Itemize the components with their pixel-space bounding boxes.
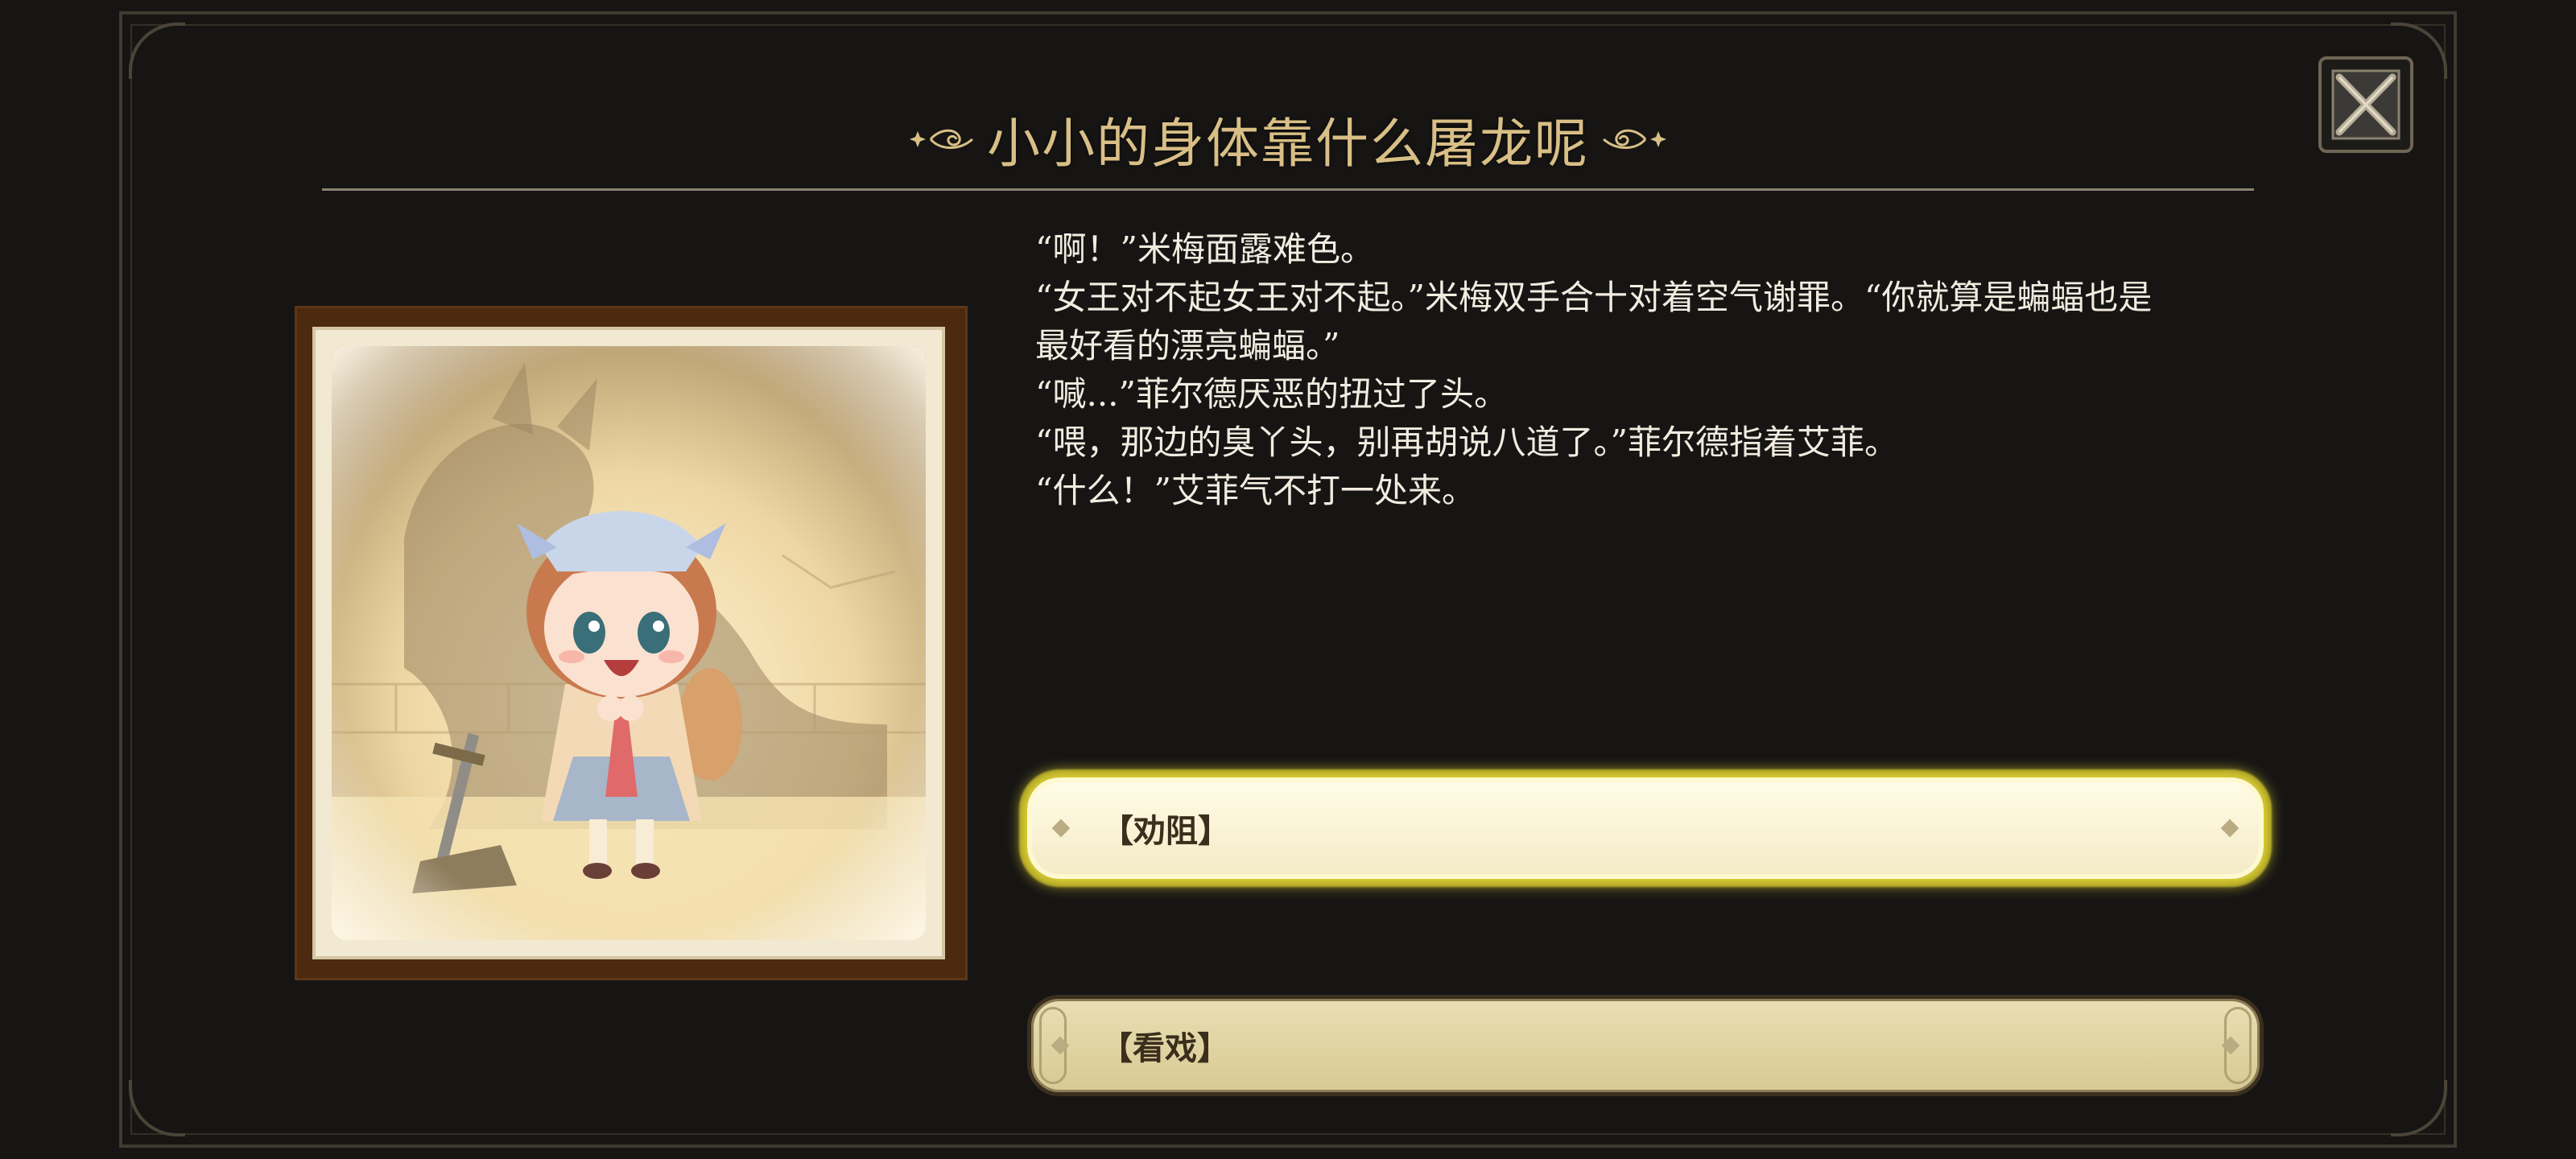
close-x-icon (2331, 69, 2401, 140)
dialogue-line: “啊！”米梅面露难色。 (1035, 229, 1374, 269)
sparkle-flourish-icon (910, 129, 973, 149)
story-dialogue: “啊！”米梅面露难色。 “女王对不起女王对不起。”米梅双手合十对着空气谢罪。“你… (1035, 225, 2243, 515)
sparkle-flourish-icon (1603, 129, 1666, 149)
illustration-mat (312, 327, 945, 959)
choice-label: 【看戏】 (1100, 1029, 1229, 1067)
story-illustration-frame (295, 306, 968, 980)
choice-label: 【劝阻】 (1101, 812, 1230, 850)
dialogue-line: “女王对不起女王对不起。”米梅双手合十对着空气谢罪。“你就算是蝙蝠也是 (1035, 278, 2153, 317)
choice-button-dissuade[interactable]: 【劝阻】 (1027, 777, 2264, 879)
title-divider (322, 188, 2254, 191)
story-illustration (332, 346, 926, 940)
dialogue-line: 最好看的漂亮蝙蝠。” (1035, 326, 1340, 365)
dialogue-line: “什么！”艾菲气不打一处来。 (1035, 471, 1476, 510)
close-button[interactable] (2318, 56, 2413, 153)
diamond-ornament-icon (2220, 819, 2240, 838)
diamond-ornament-icon (1051, 819, 1071, 838)
page-title: 小小的身体靠什么屠龙呢 (987, 113, 1589, 175)
dialogue-line: “喂，那边的臭丫头，别再胡说八道了。”菲尔德指着艾菲。 (1035, 423, 1898, 462)
chibi-girl-dragon-shadow-illustration (332, 346, 926, 940)
title-bar: 小小的身体靠什么屠龙呢 (886, 95, 1690, 184)
choice-button-watch[interactable]: 【看戏】 (1027, 995, 2264, 1096)
dialogue-line: “喊...”菲尔德厌恶的扭过了头。 (1035, 374, 1508, 414)
